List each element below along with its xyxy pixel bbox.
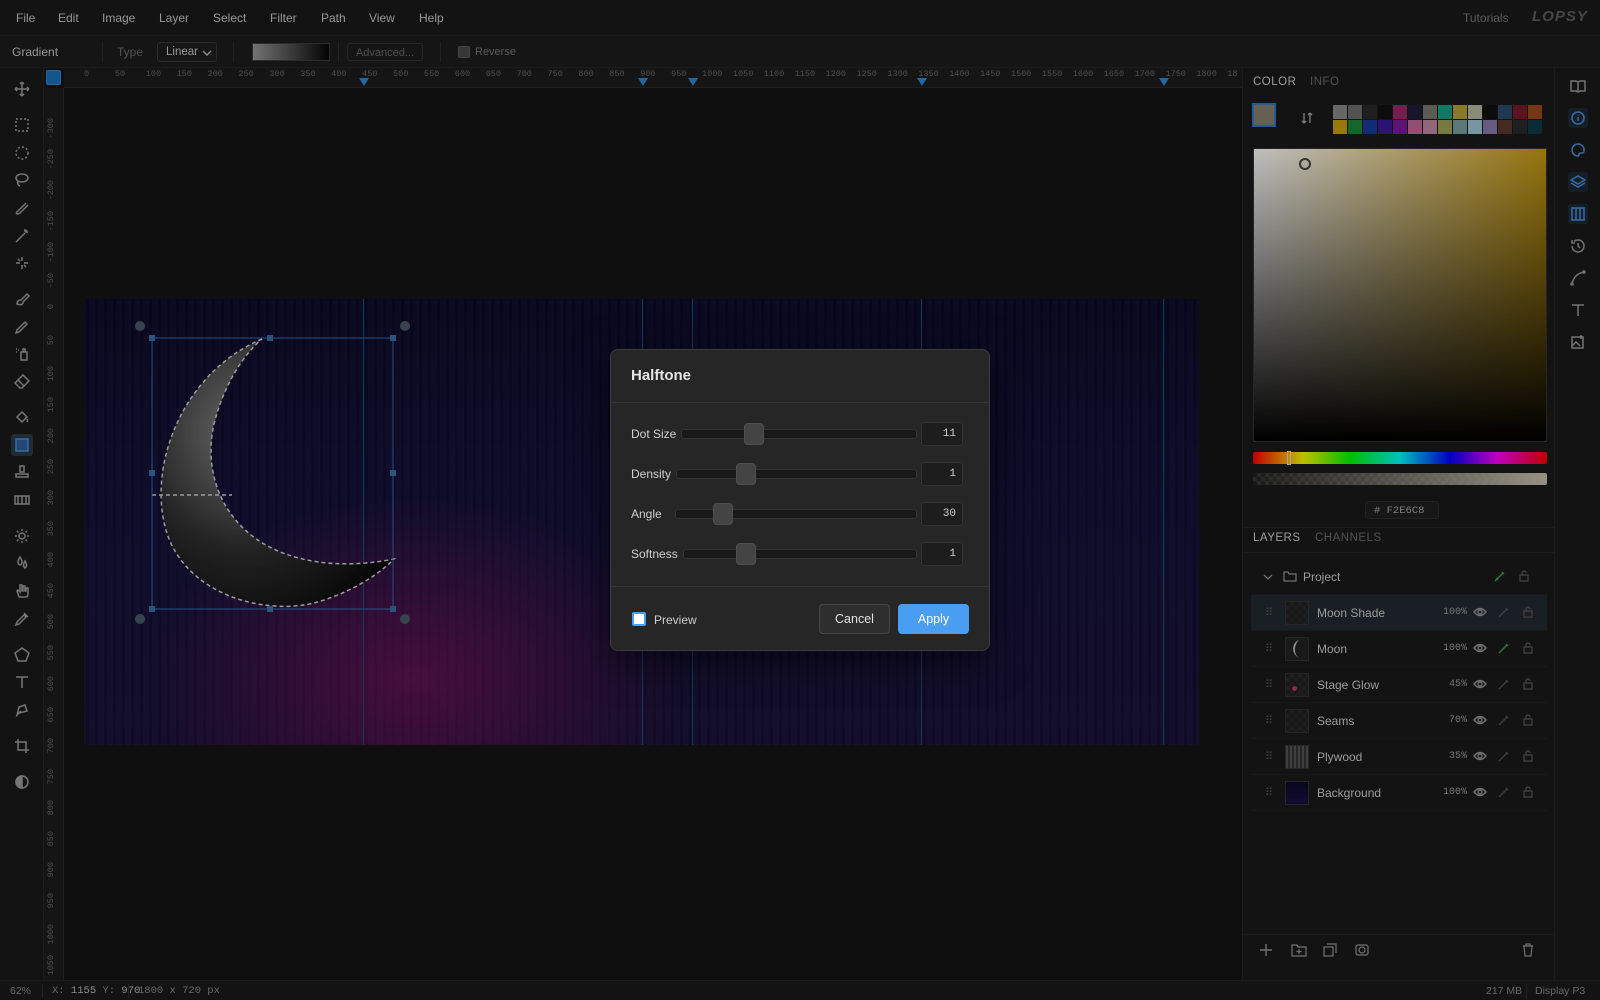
preview-label: Preview <box>654 613 697 627</box>
slider-track[interactable] <box>676 469 917 479</box>
slider-label: Softness <box>631 547 678 561</box>
dot-size-slider-row: Dot Size 11 <box>631 422 971 446</box>
slider-thumb[interactable] <box>713 503 734 525</box>
slider-label: Angle <box>631 507 662 521</box>
softness-slider-row: Softness 1 <box>631 542 971 566</box>
cancel-button[interactable]: Cancel <box>819 604 890 634</box>
slider-thumb[interactable] <box>735 463 756 485</box>
slider-label: Density <box>631 467 672 481</box>
apply-button[interactable]: Apply <box>898 604 969 634</box>
divider <box>611 586 989 587</box>
slider-track[interactable] <box>675 509 917 519</box>
dialog-title: Halftone <box>631 367 691 384</box>
slider-thumb[interactable] <box>736 543 757 565</box>
slider-track[interactable] <box>681 429 917 439</box>
angle-slider-row: Angle 30 <box>631 502 971 526</box>
preview-checkbox[interactable] <box>632 612 646 626</box>
slider-thumb[interactable] <box>744 423 765 445</box>
divider <box>611 402 989 403</box>
density-slider-row: Density 1 <box>631 462 971 486</box>
slider-value-input[interactable]: 11 <box>921 422 963 446</box>
slider-value-input[interactable]: 30 <box>921 502 963 526</box>
slider-value-input[interactable]: 1 <box>921 462 963 486</box>
halftone-dialog: Halftone Dot Size 11 Density 1 Angle 30 … <box>610 349 990 651</box>
slider-value-input[interactable]: 1 <box>921 542 963 566</box>
slider-label: Dot Size <box>631 427 677 441</box>
slider-track[interactable] <box>683 549 917 559</box>
